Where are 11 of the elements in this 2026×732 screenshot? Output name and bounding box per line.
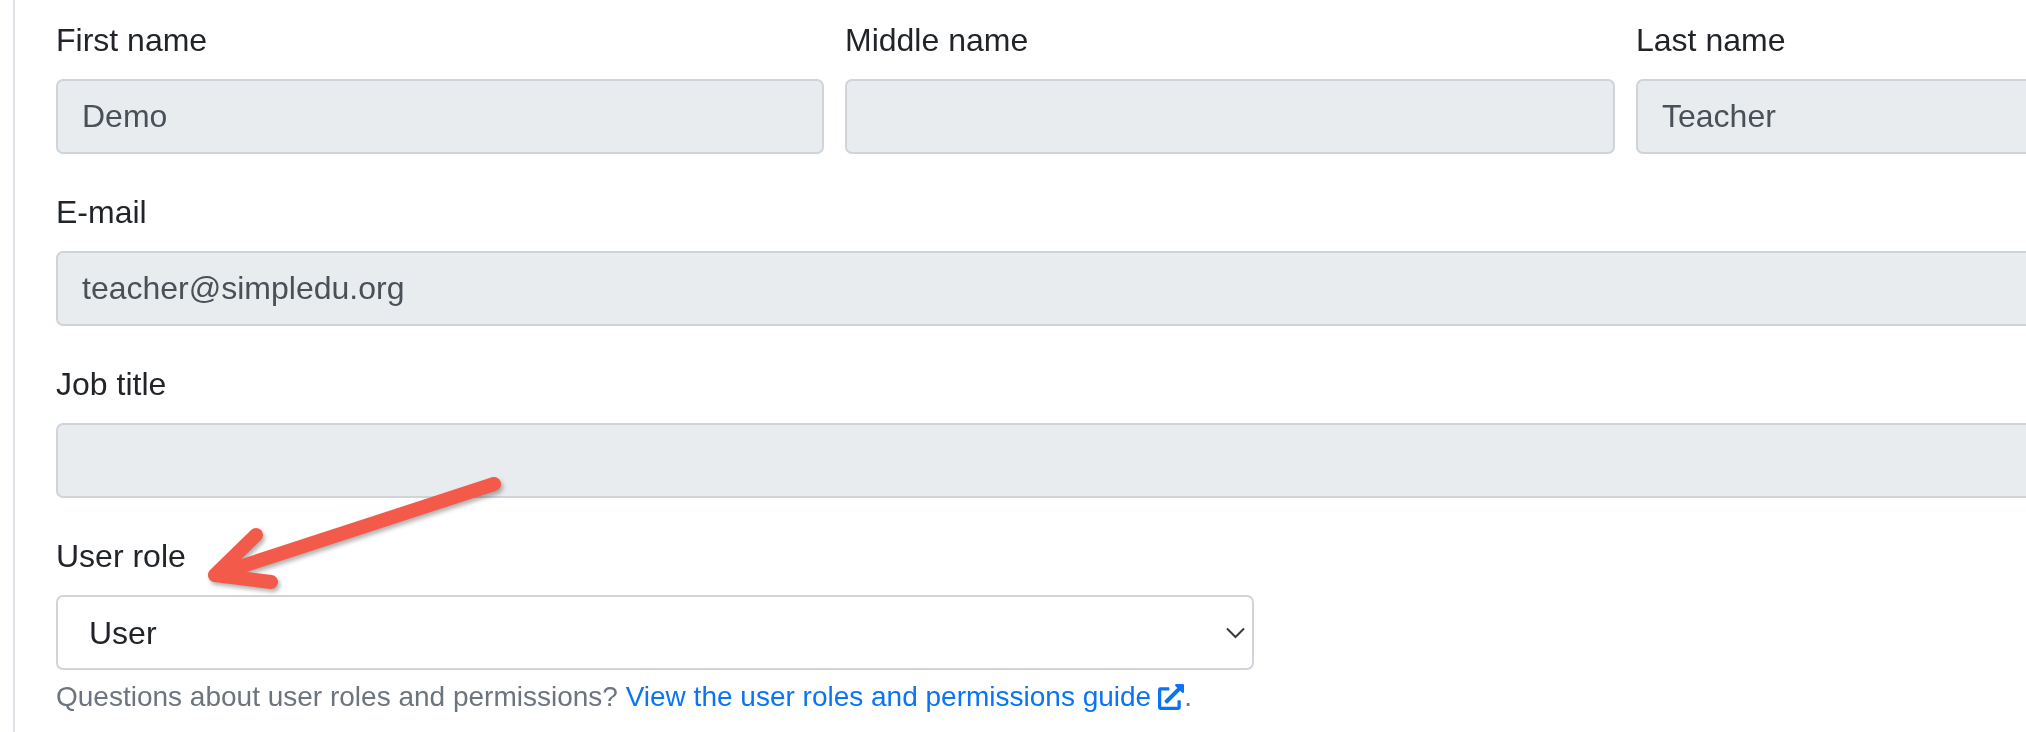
external-link-icon <box>1158 684 1185 710</box>
field-label: Job title <box>56 365 167 403</box>
field-label: E-mail <box>56 193 147 231</box>
chevron-down-icon <box>1226 626 1245 639</box>
field-label: Middle name <box>845 21 1029 59</box>
user-role-select[interactable]: User <box>56 595 1254 670</box>
help-text: Questions about user roles and permissions? View the user roles and permissions guide . <box>56 680 1193 714</box>
field-label: Last name <box>1636 21 1786 59</box>
field-label: User role <box>56 537 186 575</box>
field-label: First name <box>56 21 208 59</box>
permissions-guide-link[interactable]: View the user roles and permissions guide <box>625 680 1185 714</box>
